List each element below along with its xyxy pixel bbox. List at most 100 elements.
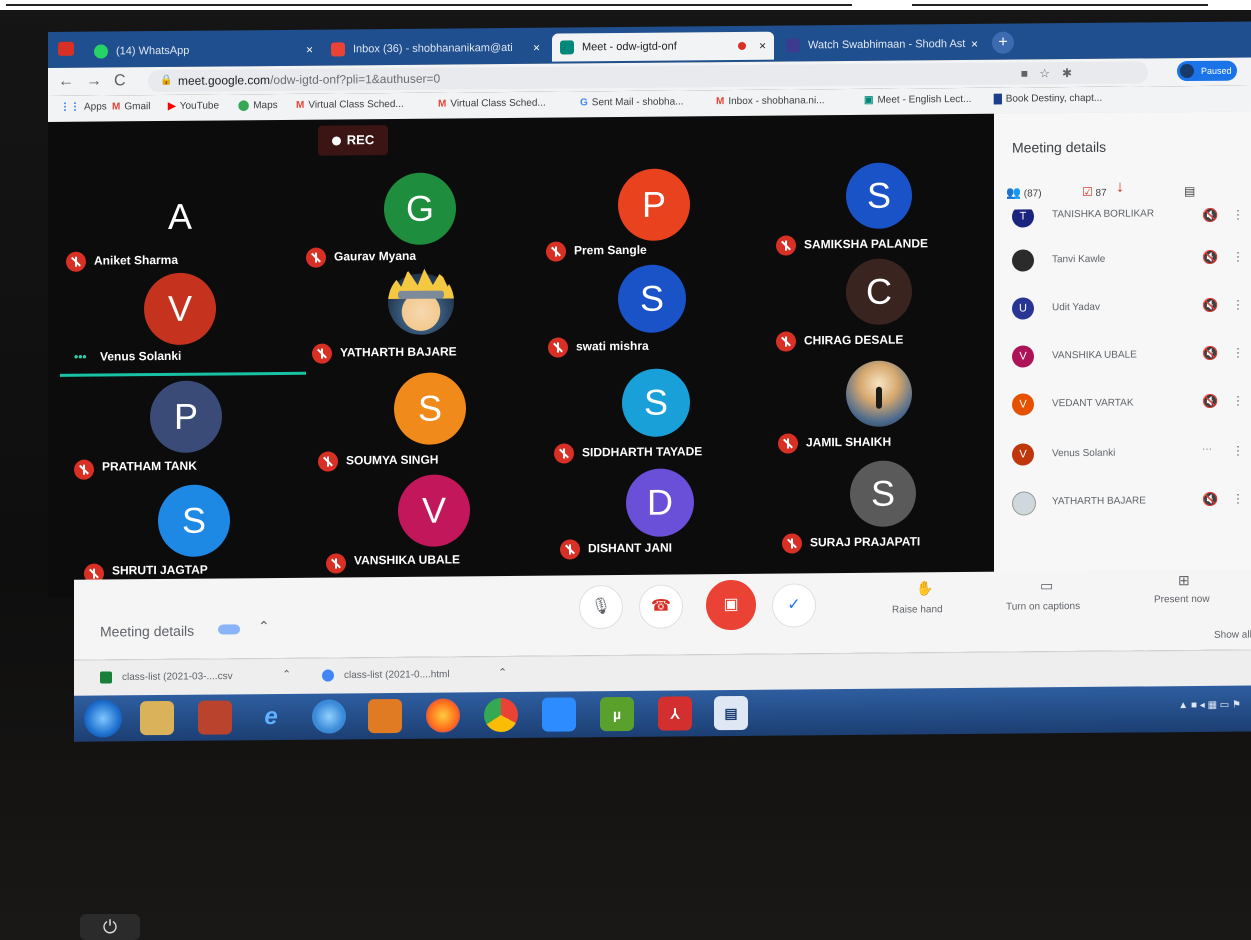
participant-tile[interactable]: S SOUMYA SINGH [298,372,528,484]
participant-row[interactable]: YATHARTH BAJARE 🔇 ⋮ [1012,482,1244,524]
chrome-icon[interactable] [484,697,518,733]
extensions-icon[interactable]: ✱ [1062,62,1072,84]
raise-hand-icon[interactable]: ✋ [916,580,933,597]
participant-tile[interactable]: G Gaurav Myana [298,168,528,280]
participant-row[interactable]: V Venus Solanki ··· ⋮ [1012,434,1244,476]
chevron-up-icon[interactable]: ⌃ [258,618,270,635]
bookmark-meet-english[interactable]: ▣ Meet - English Lect... [864,94,971,106]
more-icon[interactable]: ⋮ [1232,250,1244,264]
start-button[interactable] [84,699,122,738]
participant-tile[interactable]: YATHARTH BAJARE [298,266,528,378]
raise-hand-label[interactable]: Raise hand [892,604,943,615]
tab-close-icon[interactable]: × [533,34,540,62]
star-icon[interactable]: ☆ [1039,62,1050,84]
bookmark-apps[interactable]: ⋮⋮ Apps [60,101,107,112]
chevron-up-icon[interactable]: ⌃ [498,666,507,679]
participant-tile[interactable]: D DISHANT JANI [538,468,768,580]
firefox-icon[interactable] [426,698,460,733]
more-icon[interactable]: ⋮ [1232,208,1242,222]
bookmark-inbox[interactable]: M Inbox - shobhana.ni... [716,95,825,107]
tab-inbox[interactable]: Inbox (36) - shobhananikam@ati × [323,34,548,64]
participant-row[interactable]: V VEDANT VARTAK 🔇 ⋮ [1012,384,1244,426]
document-icon[interactable]: ▤ [714,695,748,731]
participant-name: YATHARTH BAJARE [1052,495,1146,508]
participant-tile[interactable]: JAMIL SHAIKH [768,360,998,472]
participant-tile[interactable]: C CHIRAG DESALE [768,256,998,368]
participant-row[interactable]: T TANISHKA BORLIKAR 🔇 ⋮ [1012,207,1242,230]
present-icon[interactable]: ⊞ [1178,572,1190,589]
camera-button[interactable]: ▣ [706,579,756,631]
bookmark-virtual-class-1[interactable]: M Virtual Class Sched... [296,99,404,111]
forward-icon[interactable]: → [86,73,102,91]
whatsapp-icon [94,44,108,59]
participant-row[interactable]: U Udit Yadav 🔇 ⋮ [1012,288,1244,330]
back-icon[interactable]: ← [58,73,74,91]
download-arrow-icon[interactable]: ↓ [1116,179,1124,197]
reload-icon[interactable]: C [114,72,126,90]
file-explorer-icon[interactable] [140,700,174,736]
power-button-icon[interactable]: ⏻ [80,914,140,940]
tab-label: Inbox (36) - shobhananikam@ati [353,41,513,56]
more-icon[interactable]: ⋮ [1232,298,1244,312]
download-item[interactable]: class-list (2021-03-....csv [100,670,233,684]
participant-tile[interactable]: A Aniket Sharma [58,170,288,282]
more-icon[interactable]: ⋮ [1232,492,1244,506]
participant-tile[interactable]: P PRATHAM TANK [58,376,288,488]
participant-row[interactable]: V VANSHIKA UBALE 🔇 ⋮ [1012,336,1244,378]
participant-tile[interactable]: V ••• Venus Solanki [58,268,306,380]
bookmark-maps[interactable]: ⬤ Maps [238,100,278,111]
participant-tile[interactable]: S swati mishra [538,264,768,376]
check-button[interactable]: ✓ [772,583,816,628]
participant-tile[interactable]: S SURAJ PRAJAPATI [768,460,998,572]
present-label[interactable]: Present now [1154,594,1210,605]
tab-people[interactable]: 👥 (87) [1006,185,1042,200]
new-tab-button[interactable]: + [992,31,1014,54]
bookmark-book-destiny[interactable]: ▇ Book Destiny, chapt... [994,93,1102,105]
participant-row[interactable]: Tanvi Kawle 🔇 ⋮ [1012,240,1244,282]
media-player-icon[interactable] [368,698,402,734]
internet-explorer-icon[interactable]: e [254,700,288,734]
camera-indicator-icon[interactable]: ■ [1021,62,1028,84]
system-tray[interactable]: ▲ ■ ◂ ▦ ▭ ⚑ [1178,700,1241,712]
meeting-details-button[interactable]: Meeting details [100,623,194,640]
participant-name: CHIRAG DESALE [804,332,904,348]
more-icon[interactable]: ⋮ [1232,444,1244,458]
youtube-app-icon[interactable] [58,41,74,56]
zoom-icon[interactable] [542,697,576,732]
check-icon: ✓ [787,596,801,614]
bookmark-label: Inbox - shobhana.ni... [728,95,825,108]
bookmark-sent-mail[interactable]: G Sent Mail - shobha... [580,96,684,108]
bookmark-gmail[interactable]: M Gmail [112,101,150,112]
profile-button[interactable]: Paused [1177,60,1237,82]
participant-tile[interactable]: S SAMIKSHA PALANDE [768,160,998,272]
tab-close-icon[interactable]: × [759,32,766,60]
captions-icon[interactable]: ▭ [1040,577,1053,594]
bookmark-youtube[interactable]: ▶ YouTube [168,101,219,112]
mic-off-icon [74,459,94,480]
tab-meet[interactable]: Meet - odw-igtd-onf × [552,31,774,62]
chromium-icon[interactable] [312,699,346,734]
bookmark-virtual-class-2[interactable]: M Virtual Class Sched... [438,98,546,110]
show-all-button[interactable]: Show all [1214,629,1251,640]
more-icon[interactable]: ⋮ [1232,346,1244,360]
chevron-up-icon[interactable]: ⌃ [282,668,291,681]
tab-chat[interactable]: ▤ [1184,184,1195,198]
more-icon[interactable]: ⋮ [1232,394,1244,408]
participant-tile[interactable]: P Prem Sangle [538,166,768,278]
checklist-icon: ☑ [1082,184,1093,199]
participant-tile[interactable]: V VANSHIKA UBALE [298,474,528,586]
microphone-button[interactable]: 🎙 [579,584,623,630]
participant-tile[interactable]: S SIDDHARTH TAYADE [538,368,768,480]
download-item[interactable]: class-list (2021-0....html [322,668,450,682]
media-center-icon[interactable] [198,700,232,735]
tab-close-icon[interactable]: × [971,30,978,58]
utorrent-icon[interactable]: µ [600,696,634,732]
participant-tile[interactable]: S SHRUTI JAGTAP [58,482,288,594]
tab-close-icon[interactable]: × [306,36,313,64]
tab-watch[interactable]: Watch Swabhimaan - Shodh Ast × [778,30,986,60]
leave-call-button[interactable]: ☎ [639,584,683,629]
tab-whatsapp[interactable]: (14) WhatsApp × [86,36,321,66]
tab-activities[interactable]: ☑ 87 [1082,185,1107,199]
captions-label[interactable]: Turn on captions [1006,601,1080,613]
acrobat-icon[interactable]: ⅄ [658,696,692,731]
